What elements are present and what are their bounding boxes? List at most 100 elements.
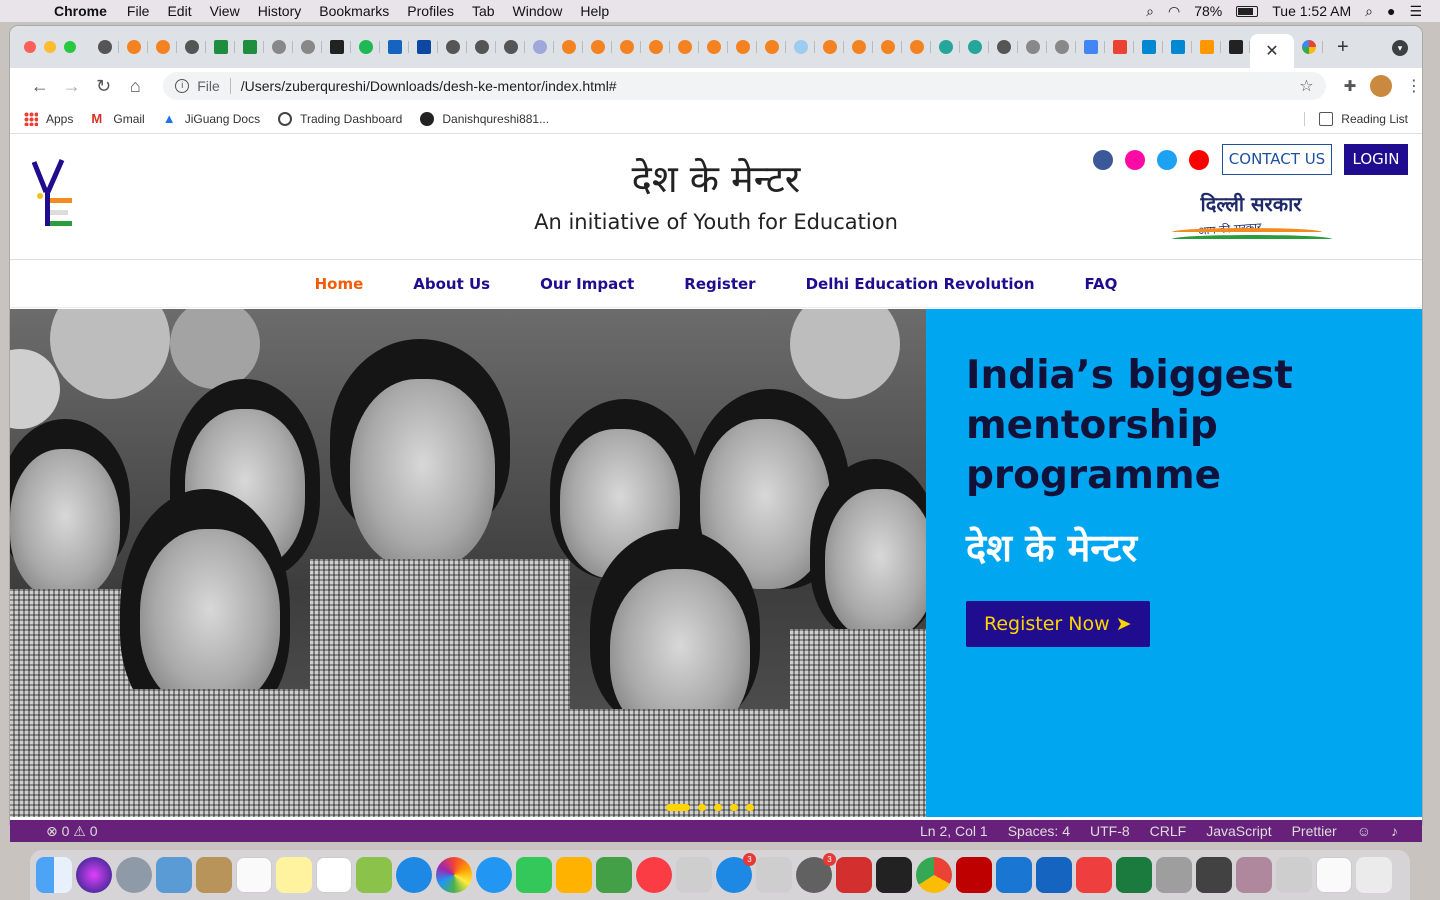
- contacts-icon[interactable]: [196, 857, 232, 893]
- new-tab-button[interactable]: +: [1337, 36, 1349, 59]
- menu-bookmarks[interactable]: Bookmarks: [319, 3, 389, 19]
- tab[interactable]: [409, 32, 438, 62]
- encoding[interactable]: UTF-8: [1090, 823, 1130, 839]
- tab[interactable]: [1294, 32, 1323, 62]
- tab[interactable]: [931, 32, 960, 62]
- reminders-icon[interactable]: [316, 857, 352, 893]
- menu-view[interactable]: View: [210, 3, 240, 19]
- tab[interactable]: [844, 32, 873, 62]
- disk-utility-icon[interactable]: [1156, 857, 1192, 893]
- nav-our-impact[interactable]: Our Impact: [540, 275, 634, 293]
- slider-dot[interactable]: [714, 804, 722, 811]
- tab[interactable]: [554, 32, 583, 62]
- acrobat-icon[interactable]: [836, 857, 872, 893]
- preview-icon[interactable]: [156, 857, 192, 893]
- numbers-icon[interactable]: [596, 857, 632, 893]
- cursor-position[interactable]: Ln 2, Col 1: [920, 823, 988, 839]
- app-store-icon[interactable]: 3: [716, 853, 756, 893]
- tab[interactable]: [728, 32, 757, 62]
- back-icon[interactable]: ←: [24, 76, 56, 97]
- bookmark-star-icon[interactable]: ☆: [1299, 76, 1313, 96]
- tab[interactable]: [264, 32, 293, 62]
- nav-about-us[interactable]: About Us: [413, 275, 490, 293]
- reload-icon[interactable]: ↻: [88, 76, 120, 97]
- extensions-icon[interactable]: ✚: [1344, 77, 1357, 95]
- problems-count[interactable]: ⊗ 0 ⚠ 0: [46, 823, 98, 840]
- tab[interactable]: [1134, 32, 1163, 62]
- menu-file[interactable]: File: [127, 3, 150, 19]
- tab[interactable]: [1105, 32, 1134, 62]
- feedback-icon[interactable]: ☺: [1357, 823, 1371, 839]
- messages-icon[interactable]: [476, 857, 512, 893]
- unknown-app-icon[interactable]: [1276, 857, 1312, 893]
- tab[interactable]: [1018, 32, 1047, 62]
- indentation[interactable]: Spaces: 4: [1008, 823, 1070, 839]
- calculator-icon[interactable]: [1196, 857, 1232, 893]
- tab[interactable]: [960, 32, 989, 62]
- zoom-window-button[interactable]: [64, 41, 76, 53]
- menu-tab[interactable]: Tab: [472, 3, 495, 19]
- anydesk-icon[interactable]: [1076, 857, 1112, 893]
- bookmark-trading[interactable]: Trading Dashboard: [278, 111, 402, 126]
- unknown-app-icon[interactable]: [676, 857, 712, 893]
- jpeg-file-icon[interactable]: [1316, 857, 1352, 893]
- menu-edit[interactable]: Edit: [167, 3, 191, 19]
- address-bar[interactable]: i File /Users/zuberqureshi/Downloads/des…: [163, 72, 1326, 100]
- word-icon[interactable]: [1036, 857, 1072, 893]
- system-preferences-icon[interactable]: 3: [796, 853, 836, 893]
- nav-delhi-education-revolution[interactable]: Delhi Education Revolution: [806, 275, 1035, 293]
- tab[interactable]: [1047, 32, 1076, 62]
- tab[interactable]: [467, 32, 496, 62]
- tab[interactable]: [612, 32, 641, 62]
- active-tab[interactable]: ✕: [1250, 34, 1294, 68]
- slider-dot[interactable]: [746, 804, 754, 811]
- spotlight-icon[interactable]: ⌕: [1365, 3, 1373, 20]
- nav-register[interactable]: Register: [684, 275, 755, 293]
- menu-app-name[interactable]: Chrome: [54, 3, 107, 19]
- minimize-window-button[interactable]: [44, 41, 56, 53]
- menu-help[interactable]: Help: [580, 3, 609, 19]
- battery-icon[interactable]: [1236, 5, 1259, 17]
- nav-home[interactable]: Home: [315, 275, 364, 293]
- tab[interactable]: [293, 32, 322, 62]
- tab[interactable]: [989, 32, 1018, 62]
- music-icon[interactable]: [636, 857, 672, 893]
- tab[interactable]: [1221, 32, 1250, 62]
- tab[interactable]: [670, 32, 699, 62]
- clock[interactable]: Tue 1:52 AM: [1272, 3, 1351, 19]
- keynote-icon[interactable]: [556, 857, 592, 893]
- unknown-app-icon[interactable]: [756, 857, 792, 893]
- tab[interactable]: [1163, 32, 1192, 62]
- bookmark-apps[interactable]: Apps: [24, 111, 73, 126]
- nav-faq[interactable]: FAQ: [1085, 275, 1118, 293]
- tab[interactable]: [757, 32, 786, 62]
- slider-dot[interactable]: [698, 804, 706, 811]
- tab[interactable]: [583, 32, 612, 62]
- vscode-icon[interactable]: [996, 857, 1032, 893]
- register-now-button[interactable]: Register Now ➤: [966, 601, 1150, 647]
- tab[interactable]: [206, 32, 235, 62]
- twitter-icon[interactable]: [1157, 150, 1177, 170]
- tab[interactable]: [380, 32, 409, 62]
- tab[interactable]: [148, 32, 177, 62]
- maps-icon[interactable]: [356, 857, 392, 893]
- menu-profiles[interactable]: Profiles: [407, 3, 454, 19]
- login-button[interactable]: LOGIN: [1344, 144, 1408, 175]
- slider-dot-active[interactable]: [666, 804, 690, 811]
- trash-icon[interactable]: [1356, 857, 1392, 893]
- instagram-icon[interactable]: [1125, 150, 1145, 170]
- bookmark-github[interactable]: Danishqureshi881...: [420, 111, 549, 126]
- notes-icon[interactable]: [276, 857, 312, 893]
- menu-kebab-icon[interactable]: ⋮: [1406, 76, 1422, 96]
- youtube-icon[interactable]: [1189, 150, 1209, 170]
- tab-search-button[interactable]: ▾: [1392, 40, 1408, 56]
- notifications-bell-icon[interactable]: ♪: [1391, 823, 1398, 839]
- contact-us-button[interactable]: CONTACT US: [1222, 144, 1332, 175]
- tab[interactable]: [641, 32, 670, 62]
- bookmark-gmail[interactable]: M Gmail: [91, 111, 144, 126]
- tab[interactable]: [90, 32, 119, 62]
- photos-icon[interactable]: [436, 857, 472, 893]
- siri-icon[interactable]: ●: [1387, 3, 1395, 19]
- tab[interactable]: [815, 32, 844, 62]
- tab[interactable]: [177, 32, 206, 62]
